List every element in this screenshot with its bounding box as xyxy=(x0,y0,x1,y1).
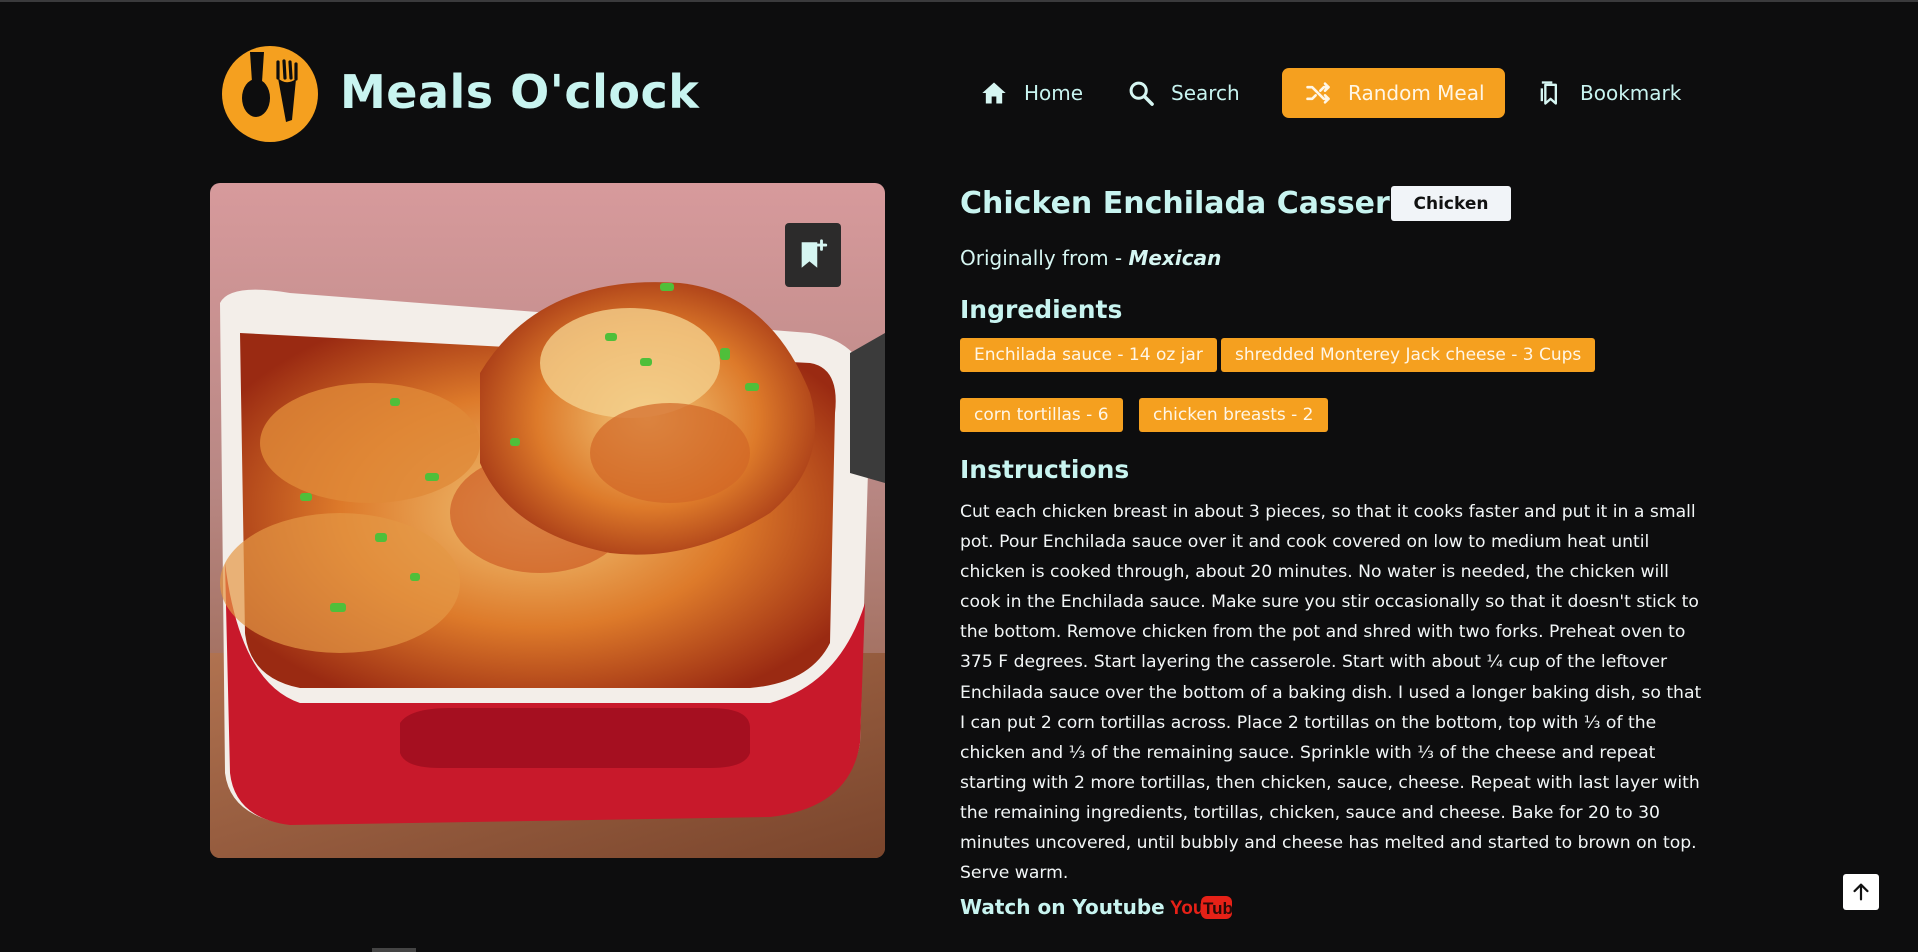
origin-prefix: Originally from - xyxy=(960,246,1129,270)
youtube-logo-you: You xyxy=(1170,898,1204,919)
category-badge: Chicken xyxy=(1391,186,1511,221)
ingredient-chip: chicken breasts - 2 xyxy=(1139,398,1328,432)
instructions-heading: Instructions xyxy=(960,455,1130,484)
nav-bookmark-label: Bookmark xyxy=(1580,81,1682,105)
nav-home[interactable]: Home xyxy=(980,68,1083,118)
bookmark-icon xyxy=(1540,81,1557,105)
horizontal-scrollbar-thumb[interactable] xyxy=(372,948,416,952)
bookmark-add-icon xyxy=(801,239,828,268)
youtube-logo-icon[interactable]: You Tube xyxy=(1170,893,1232,921)
ingredient-chip: corn tortillas - 6 xyxy=(960,398,1123,432)
nav-random-meal-label: Random Meal xyxy=(1348,81,1485,105)
ingredient-chip: shredded Monterey Jack cheese - 3 Cups xyxy=(1221,338,1596,372)
nav-home-label: Home xyxy=(1024,81,1084,105)
meal-origin: Originally from - Mexican xyxy=(960,244,1221,272)
nav-search[interactable]: Search xyxy=(1127,68,1240,118)
scroll-to-top-button[interactable] xyxy=(1843,874,1879,910)
arrow-up-icon xyxy=(1853,883,1869,901)
brand-title[interactable]: Meals O'clock xyxy=(340,64,699,120)
window-top-border xyxy=(0,0,1918,2)
ingredient-chip: Enchilada sauce - 14 oz jar xyxy=(960,338,1217,372)
search-icon xyxy=(1129,81,1154,106)
nav-search-label: Search xyxy=(1171,81,1240,105)
nav-random-meal-button[interactable]: Random Meal xyxy=(1282,68,1505,118)
home-icon xyxy=(982,82,1006,104)
logo-icon[interactable] xyxy=(220,42,320,142)
origin-area: Mexican xyxy=(1128,246,1222,270)
meal-photo xyxy=(210,183,885,858)
instructions-text: Cut each chicken breast in about 3 piece… xyxy=(960,502,1702,884)
watch-on-youtube-link[interactable]: Watch on Youtube xyxy=(960,893,1165,921)
youtube-logo-tube: Tube xyxy=(1203,899,1232,918)
nav-bookmark[interactable]: Bookmark xyxy=(1536,68,1681,118)
meal-title: Chicken Enchilada Casserole xyxy=(960,186,1442,221)
add-bookmark-button[interactable] xyxy=(785,223,841,287)
ingredients-heading: Ingredients xyxy=(960,295,1123,324)
shuffle-icon xyxy=(1306,82,1330,104)
